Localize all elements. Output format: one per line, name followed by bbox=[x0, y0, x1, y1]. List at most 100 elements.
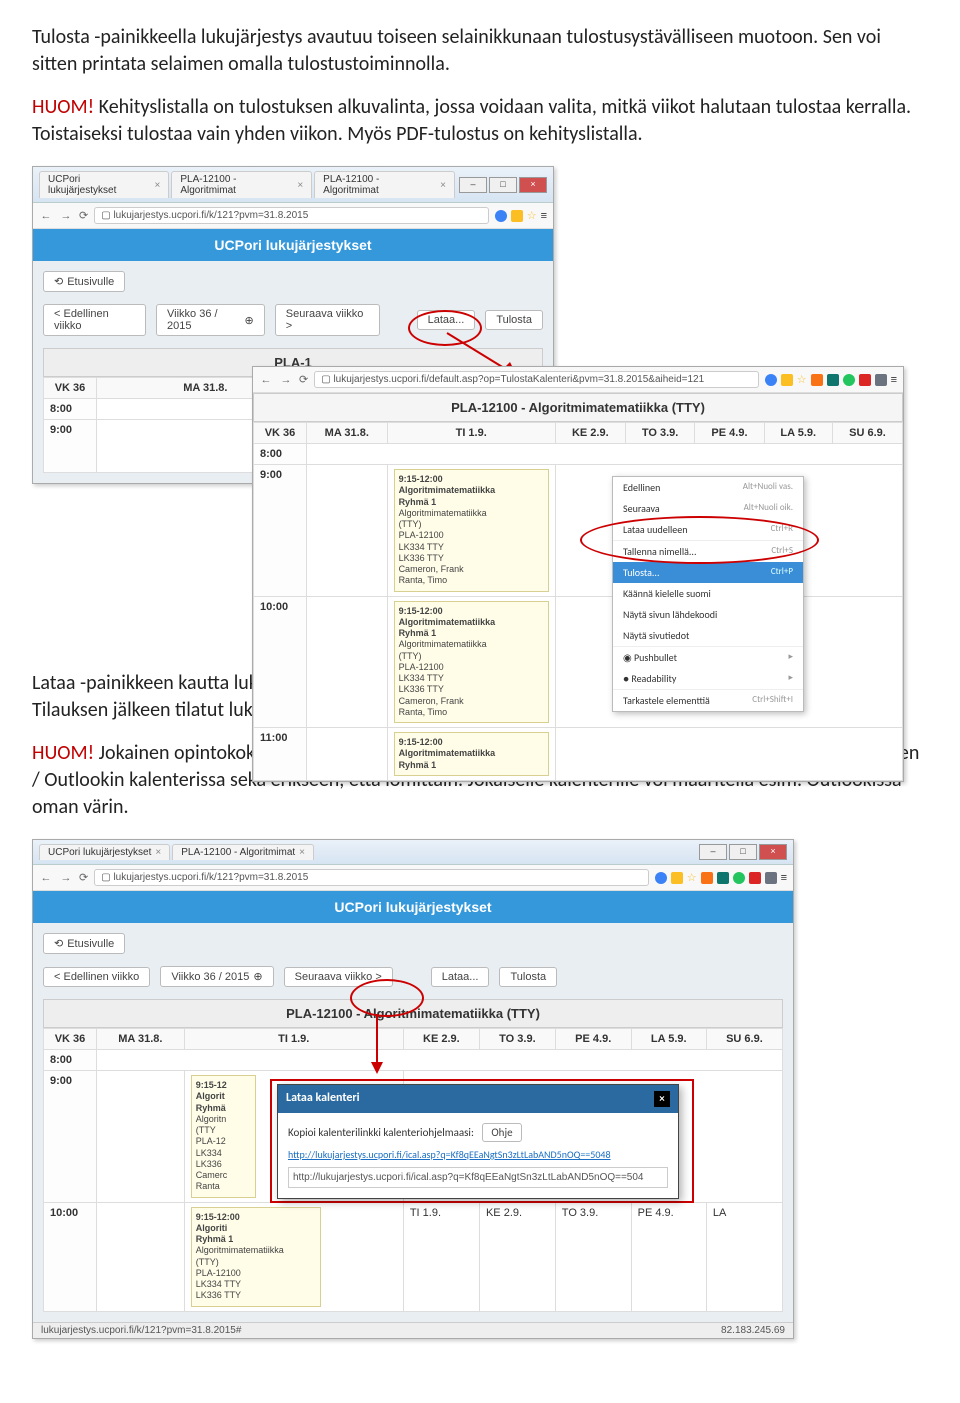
close-icon[interactable]: × bbox=[297, 180, 303, 191]
extension-icon[interactable] bbox=[749, 872, 761, 884]
extension-icon[interactable] bbox=[781, 374, 793, 386]
extension-icon[interactable] bbox=[875, 374, 887, 386]
day-cell-overlay: TI 1.9. bbox=[403, 1202, 479, 1311]
schedule-event[interactable]: 9:15-12 AlgoritRyhmä Algoritn(TTYPLA-12L… bbox=[191, 1075, 256, 1198]
ctx-print[interactable]: Tulosta...Ctrl+P bbox=[613, 562, 803, 583]
menu-icon[interactable]: ≡ bbox=[891, 374, 897, 386]
week-picker-button[interactable]: Viikko 36 / 2015 ⊕ bbox=[160, 966, 273, 987]
minimize-button[interactable]: – bbox=[459, 177, 487, 193]
extension-icon[interactable] bbox=[511, 210, 523, 222]
forward-icon[interactable]: → bbox=[279, 374, 293, 386]
tulosta-button[interactable]: Tulosta bbox=[499, 967, 557, 987]
day-cell-overlay: KE 2.9. bbox=[479, 1202, 555, 1311]
ctx-readability[interactable]: ● Readability▸ bbox=[613, 668, 803, 689]
screenshot-lataa: UCPori lukujärjestykset× PLA-12100 - Alg… bbox=[32, 839, 928, 1269]
browser-tab[interactable]: PLA-12100 - Algoritmimat× bbox=[172, 844, 314, 860]
extension-icon[interactable] bbox=[495, 210, 507, 222]
extension-icon[interactable] bbox=[671, 872, 683, 884]
week-picker-button[interactable]: Viikko 36 / 2015 ⊕ bbox=[156, 304, 265, 336]
reload-icon[interactable]: ⟳ bbox=[299, 373, 308, 386]
extension-icon[interactable] bbox=[859, 374, 871, 386]
lataa-button[interactable]: Lataa... bbox=[417, 310, 476, 330]
browser-toolbar: ← → ⟳ ▢ lukujarjestys.ucpori.fi/k/121?pv… bbox=[33, 865, 793, 891]
extension-icon[interactable] bbox=[733, 872, 745, 884]
ctx-back[interactable]: EdellinenAlt+Nuoli vas. bbox=[613, 477, 803, 498]
bookmark-icon[interactable]: ☆ bbox=[797, 373, 807, 386]
browser-tab[interactable]: UCPori lukujärjestykset× bbox=[39, 171, 169, 198]
close-button[interactable]: × bbox=[519, 177, 547, 193]
ctx-view-source[interactable]: Näytä sivun lähdekoodi bbox=[613, 604, 803, 625]
back-icon[interactable]: ← bbox=[39, 872, 53, 884]
ical-url-input[interactable] bbox=[288, 1167, 668, 1188]
browser-tab[interactable]: UCPori lukujärjestykset× bbox=[39, 844, 170, 860]
status-left: lukujarjestys.ucpori.fi/k/121?pvm=31.8.2… bbox=[41, 1325, 241, 1336]
extension-icon[interactable] bbox=[765, 374, 777, 386]
paragraph-tulosta: Tulosta -painikkeella lukujärjestys avau… bbox=[32, 24, 928, 78]
ctx-inspect[interactable]: Tarkastele elementtiäCtrl+Shift+I bbox=[613, 689, 803, 711]
bookmark-icon[interactable]: ☆ bbox=[687, 871, 697, 884]
address-bar[interactable]: ▢ lukujarjestys.ucpori.fi/k/121?pvm=31.8… bbox=[94, 207, 488, 224]
browser-tab[interactable]: PLA-12100 - Algoritmimat× bbox=[314, 171, 455, 198]
back-icon[interactable]: ← bbox=[39, 210, 53, 222]
ohje-button[interactable]: Ohje bbox=[482, 1123, 521, 1142]
bookmark-icon[interactable]: ☆ bbox=[527, 209, 537, 222]
extension-icon[interactable] bbox=[701, 872, 713, 884]
prev-week-button[interactable]: < Edellinen viikko bbox=[43, 967, 150, 987]
close-icon[interactable]: × bbox=[299, 847, 305, 858]
browser-toolbar: ← → ⟳ ▢ lukujarjestys.ucpori.fi/default.… bbox=[253, 367, 903, 393]
ctx-page-info[interactable]: Näytä sivutiedot bbox=[613, 625, 803, 646]
menu-icon[interactable]: ≡ bbox=[541, 210, 547, 222]
tulosta-button[interactable]: Tulosta bbox=[485, 310, 543, 330]
ctx-reload[interactable]: Lataa uudelleenCtrl+R bbox=[613, 519, 803, 540]
forward-icon[interactable]: → bbox=[59, 872, 73, 884]
ctx-translate[interactable]: Käännä kielelle suomi bbox=[613, 583, 803, 604]
lataa-button[interactable]: Lataa... bbox=[431, 967, 490, 987]
prev-week-button[interactable]: < Edellinen viikko bbox=[43, 304, 146, 336]
extension-icon[interactable] bbox=[717, 872, 729, 884]
day-header: TI 1.9. bbox=[387, 423, 555, 444]
status-bar: lukujarjestys.ucpori.fi/k/121?pvm=31.8.2… bbox=[33, 1322, 793, 1338]
hour-cell: 9:00 bbox=[44, 1071, 97, 1203]
day-header: PE 4.9. bbox=[555, 1029, 631, 1050]
day-header: TO 3.9. bbox=[625, 423, 695, 444]
extensions-area: ☆ ≡ bbox=[655, 871, 787, 884]
extension-icon[interactable] bbox=[655, 872, 667, 884]
next-week-button[interactable]: Seuraava viikko > bbox=[284, 967, 393, 987]
close-button[interactable]: × bbox=[759, 844, 787, 860]
schedule-event[interactable]: 9:15-12:00 Algoritmimatematiikka Ryhmä 1… bbox=[394, 601, 549, 724]
day-header: KE 2.9. bbox=[555, 423, 625, 444]
ctx-save-as[interactable]: Tallenna nimellä...Ctrl+S bbox=[613, 540, 803, 562]
schedule-event[interactable]: 9:15-12:00 Algoritmimatematiikka Ryhmä 1… bbox=[394, 469, 549, 592]
next-week-button[interactable]: Seuraava viikko > bbox=[275, 304, 380, 336]
dialog-close-button[interactable]: × bbox=[654, 1091, 670, 1107]
close-icon[interactable]: × bbox=[155, 847, 161, 858]
close-icon[interactable]: × bbox=[440, 180, 446, 191]
ical-link[interactable]: http://lukujarjestys.ucpori.fi/ical.asp?… bbox=[288, 1148, 611, 1161]
ctx-pushbullet[interactable]: ◉ Pushbullet▸ bbox=[613, 646, 803, 668]
extension-icon[interactable] bbox=[765, 872, 777, 884]
schedule-event[interactable]: 9:15-12:00 Algoriti Ryhmä 1 Algoritmimat… bbox=[191, 1207, 321, 1307]
maximize-button[interactable]: □ bbox=[489, 177, 517, 193]
etusivulle-button[interactable]: ⟲ Etusivulle bbox=[43, 271, 125, 292]
titlebar: UCPori lukujärjestykset× PLA-12100 - Alg… bbox=[33, 167, 553, 203]
menu-icon[interactable]: ≡ bbox=[781, 872, 787, 884]
minimize-button[interactable]: – bbox=[699, 844, 727, 860]
reload-icon[interactable]: ⟳ bbox=[79, 871, 88, 884]
address-bar[interactable]: ▢ lukujarjestys.ucpori.fi/default.asp?op… bbox=[314, 371, 758, 388]
extension-icon[interactable] bbox=[827, 374, 839, 386]
reload-icon[interactable]: ⟳ bbox=[79, 209, 88, 222]
ctx-forward[interactable]: SeuraavaAlt+Nuoli oik. bbox=[613, 498, 803, 519]
etusivulle-button[interactable]: ⟲ Etusivulle bbox=[43, 933, 125, 954]
maximize-button[interactable]: □ bbox=[729, 844, 757, 860]
forward-icon[interactable]: → bbox=[59, 210, 73, 222]
browser-tab[interactable]: PLA-12100 - Algoritmimat× bbox=[171, 171, 312, 198]
schedule-event[interactable]: 9:15-12:00 Algoritmimatematiikka Ryhmä 1 bbox=[394, 732, 549, 776]
close-icon[interactable]: × bbox=[155, 180, 161, 191]
schedule-table: VK 36 MA 31.8. TI 1.9. KE 2.9. TO 3.9. P… bbox=[253, 422, 903, 781]
back-icon[interactable]: ← bbox=[259, 374, 273, 386]
hour-cell: 10:00 bbox=[254, 596, 307, 728]
extension-icon[interactable] bbox=[811, 374, 823, 386]
course-title-bar: PLA-12100 - Algoritmimatematiikka (TTY) bbox=[253, 393, 903, 422]
address-bar[interactable]: ▢ lukujarjestys.ucpori.fi/k/121?pvm=31.8… bbox=[94, 869, 648, 886]
extension-icon[interactable] bbox=[843, 374, 855, 386]
